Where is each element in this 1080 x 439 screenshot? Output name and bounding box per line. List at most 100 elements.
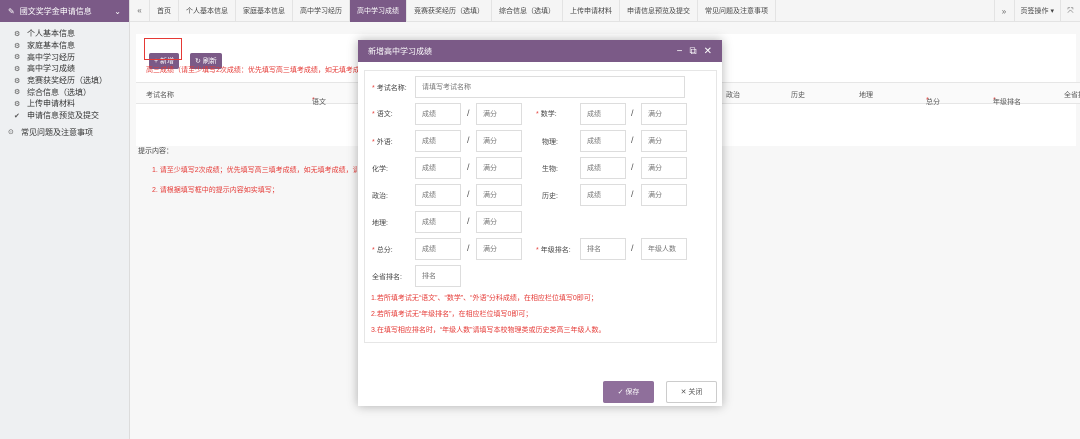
sidebar-item-awards[interactable]: ⚙ 竞赛获奖经历（选填） [0,75,129,87]
slash-separator: / [631,243,634,253]
add-score-modal: 新增高中学习成绩 − ⧉ ✕ *考试名称: *语文: / *数学: / *外语:… [358,40,722,406]
chemistry-label: 化学: [372,166,388,173]
sidebar-item-label: 申请信息预览及提交 [27,111,99,121]
tab-general[interactable]: 综合信息（选填） [492,0,563,22]
sidebar-item-general[interactable]: ⚙ 综合信息（选填） [0,86,129,98]
sidebar-item-personal[interactable]: ⚙ 个人基本信息 [0,28,129,40]
chinese-label: * 语文: [372,111,393,118]
form-note-1: 1.若所填考试无“语文”、“数学”、“外语”分科成绩，在相应栏位填写0即可； [371,295,598,302]
tab-personal[interactable]: 个人基本信息 [179,0,236,22]
chevron-down-icon[interactable]: ⌄ [114,7,121,16]
col-history: 历史 [791,92,805,99]
slash-separator: / [467,189,470,199]
sidebar-item-preview[interactable]: ✔ 申请信息预览及提交 [0,110,129,122]
tips-title: 提示内容： [138,148,173,155]
settings-icon: ⚙ [14,89,21,97]
total-full-input[interactable] [476,238,522,260]
minimize-icon[interactable]: − [677,46,683,57]
biology-score-input[interactable] [580,157,626,179]
tab-preview[interactable]: 申请信息预览及提交 [620,0,698,22]
maximize-icon[interactable]: ⧉ [689,46,696,57]
modal-header: 新增高中学习成绩 − ⧉ ✕ [358,40,722,62]
tab-upload[interactable]: 上传申请材料 [563,0,620,22]
settings-icon: ⚙ [14,100,21,108]
tab-scroll-left-button[interactable]: « [130,0,150,22]
close-icon: ✕ [680,389,689,396]
geography-score-input[interactable] [415,211,461,233]
politics-score-input[interactable] [415,184,461,206]
slash-separator: / [631,189,634,199]
tab-home[interactable]: 首页 [150,0,179,22]
math-label: * 数学: [536,111,557,118]
sidebar-item-faq[interactable]: ⊙ 常见问题及注意事项 [0,127,129,139]
math-score-input[interactable] [580,103,626,125]
math-full-input[interactable] [641,103,687,125]
form-note-2: 2.若所填考试无“年级排名”，在相应栏位填写0即可； [371,311,533,318]
save-button[interactable]: ✓ 保存 [603,381,654,403]
sidebar-item-history[interactable]: ⚙ 高中学习经历 [0,51,129,63]
biology-label: 生物: [542,166,558,173]
settings-icon: ⚙ [14,77,21,85]
foreign-full-input[interactable] [476,130,522,152]
tab-faq[interactable]: 常见问题及注意事项 [698,0,776,22]
province-rank-input[interactable] [415,265,461,287]
physics-score-input[interactable] [580,130,626,152]
sidebar-item-label: 高中学习成绩 [27,64,75,74]
slash-separator: / [467,135,470,145]
close-icon[interactable]: ✕ [704,46,712,57]
history-full-input[interactable] [641,184,687,206]
tab-ops-dropdown[interactable]: 页签操作 ▾ [1013,0,1060,22]
grade-rank-input[interactable] [580,238,626,260]
col-politics: 政治 [726,92,740,99]
foreign-score-input[interactable] [415,130,461,152]
slash-separator: / [631,135,634,145]
close-button[interactable]: ✕ 关闭 [666,381,717,403]
col-geography: 地理 [859,92,873,99]
chevron-down-icon: ▾ [1048,8,1054,15]
sidebar-header[interactable]: ✎ 國文奖学金申请信息 ⌄ [0,0,129,22]
tab-scores[interactable]: 高中学习成绩 [350,0,407,22]
slash-separator: / [631,108,634,118]
tab-family[interactable]: 家庭基本信息 [236,0,293,22]
exam-name-label: * 考试名称: [372,85,407,92]
tab-scroll-right-button[interactable]: » [993,0,1014,22]
sidebar-item-label: 常见问题及注意事项 [21,127,93,137]
grade-count-input[interactable] [641,238,687,260]
total-score-input[interactable] [415,238,461,260]
exam-name-input[interactable] [415,76,685,98]
page-note: 高三成绩（请至少填写2次成绩：优先填写高三填考成绩，如无填考成绩，请填写高三的期… [146,67,358,74]
sidebar-item-family[interactable]: ⚙ 家庭基本信息 [0,40,129,52]
politics-full-input[interactable] [476,184,522,206]
save-button-label: 保存 [625,389,640,396]
settings-icon: ⚙ [14,65,21,73]
physics-label: 物理: [542,139,558,146]
chemistry-score-input[interactable] [415,157,461,179]
chemistry-full-input[interactable] [476,157,522,179]
slash-separator: / [467,243,470,253]
sidebar-item-upload[interactable]: ⚙ 上传申请材料 [0,98,129,110]
settings-icon: ⚙ [14,42,21,50]
refresh-icon: ↻ [195,58,203,65]
chinese-full-input[interactable] [476,103,522,125]
tab-history[interactable]: 高中学习经历 [293,0,350,22]
edit-icon: ✎ [8,6,15,16]
history-score-input[interactable] [580,184,626,206]
geography-full-input[interactable] [476,211,522,233]
tab-bar-right: » 页签操作 ▾ ⤧ [993,0,1080,22]
sidebar-item-label: 综合信息（选填） [27,87,91,97]
foreign-label: * 外语: [372,139,393,146]
politics-label: 政治: [372,193,388,200]
physics-full-input[interactable] [641,130,687,152]
sidebar-item-label: 高中学习经历 [27,52,75,62]
sidebar-item-scores[interactable]: ⚙ 高中学习成绩 [0,63,129,75]
chinese-score-input[interactable] [415,103,461,125]
province-rank-label: 全省排名: [372,274,402,281]
fullscreen-icon[interactable]: ⤧ [1060,0,1080,22]
slash-separator: / [631,162,634,172]
form-note-3: 3.在填写相应排名时，“年级人数”请填写本校物理类或历史类高三年级人数。 [371,327,606,334]
tab-awards[interactable]: 竞赛获奖经历（选填） [407,0,492,22]
slash-separator: / [467,162,470,172]
biology-full-input[interactable] [641,157,687,179]
geography-label: 地理: [372,220,388,227]
check-icon: ✔ [14,112,20,120]
